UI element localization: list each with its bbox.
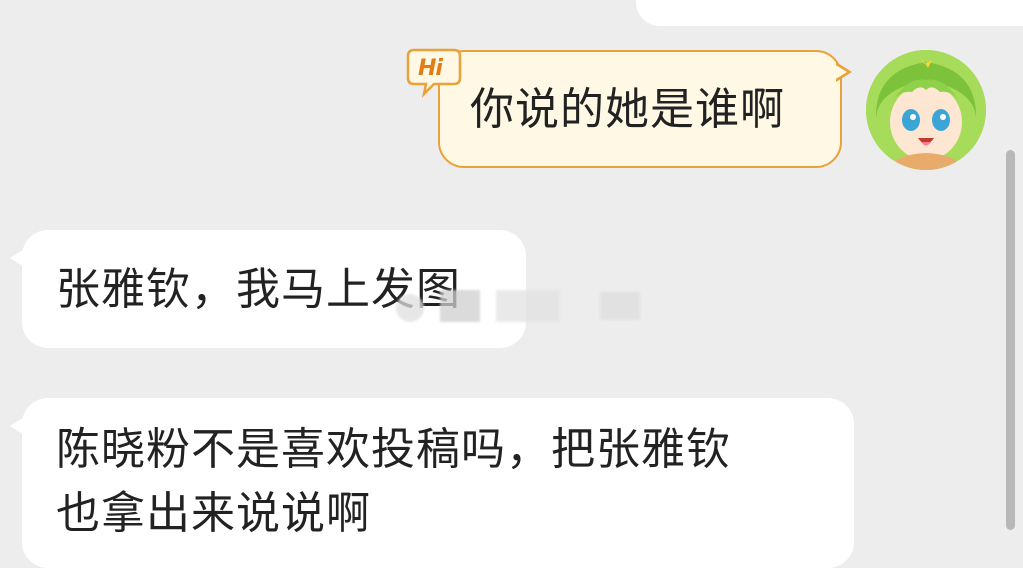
incoming-bubble-tail (10, 248, 26, 268)
incoming-message-text-line-2: 也拿出来说说啊 (56, 488, 371, 539)
incoming-message-text-line-1: 陈晓粉不是喜欢投稿吗，把张雅钦 (56, 424, 731, 475)
blurred-watermark (396, 290, 646, 326)
avatar[interactable] (866, 50, 986, 170)
incoming-bubble-tail (10, 416, 26, 436)
scrollbar[interactable] (1006, 150, 1015, 530)
previous-message-bubble[interactable] (636, 0, 1023, 26)
anime-girl-avatar-icon (866, 50, 986, 170)
outgoing-message-text: 你说的她是谁啊 (470, 84, 785, 135)
hi-sticker-label: Hi (418, 56, 443, 81)
outgoing-bubble-tail-inner (834, 64, 847, 80)
